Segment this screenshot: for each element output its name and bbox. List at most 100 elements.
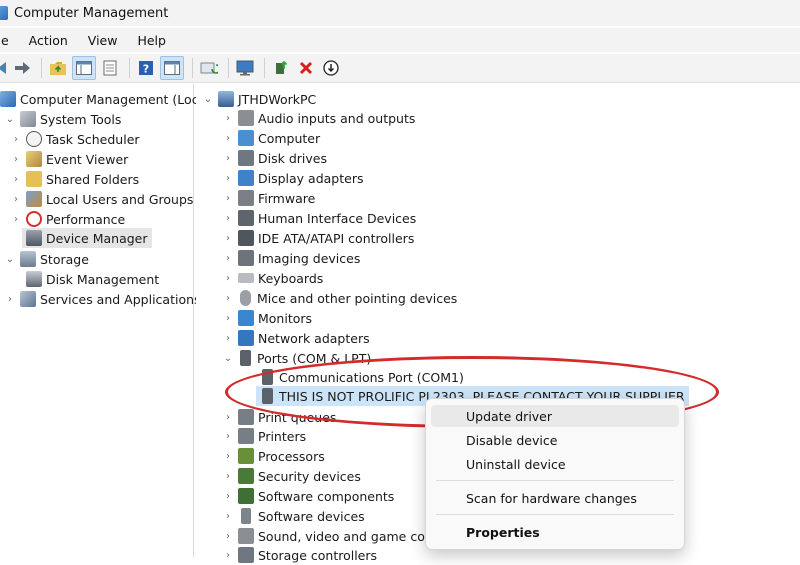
device-com1[interactable]: Communications Port (COM1) bbox=[256, 367, 464, 387]
mouse-icon bbox=[240, 290, 251, 306]
chevron-right-icon[interactable]: › bbox=[222, 471, 234, 482]
device-category-security[interactable]: › Security devices bbox=[222, 466, 361, 486]
chevron-right-icon[interactable]: › bbox=[10, 174, 22, 185]
chevron-right-icon[interactable]: › bbox=[10, 154, 22, 165]
port-connector-icon bbox=[262, 369, 273, 385]
menu-item-update-driver[interactable]: Update driver bbox=[431, 405, 679, 427]
chevron-down-icon[interactable]: ⌄ bbox=[4, 254, 16, 265]
disable-icon[interactable] bbox=[320, 57, 342, 79]
printer-icon bbox=[238, 428, 254, 444]
chevron-down-icon[interactable]: ⌄ bbox=[202, 94, 214, 105]
chevron-right-icon[interactable]: › bbox=[222, 213, 234, 224]
folder-up-icon[interactable] bbox=[47, 57, 69, 79]
chevron-right-icon[interactable]: › bbox=[222, 511, 234, 522]
device-category-audio[interactable]: › Audio inputs and outputs bbox=[222, 108, 415, 128]
tree-item-event-viewer[interactable]: › Event Viewer bbox=[10, 149, 128, 169]
device-category-monitors[interactable]: › Monitors bbox=[222, 308, 312, 328]
device-manager-icon bbox=[26, 230, 42, 246]
chevron-right-icon[interactable]: › bbox=[10, 214, 22, 225]
category-label: Imaging devices bbox=[258, 250, 361, 266]
chevron-right-icon[interactable]: › bbox=[222, 313, 234, 324]
tree-item-device-manager[interactable]: Device Manager bbox=[22, 228, 152, 248]
menu-action[interactable]: Action bbox=[19, 33, 78, 48]
refresh-icon[interactable] bbox=[198, 57, 220, 79]
device-category-firmware[interactable]: › Firmware bbox=[222, 188, 315, 208]
device-category-processors[interactable]: › Processors bbox=[222, 446, 325, 466]
menu-file[interactable]: ile bbox=[0, 33, 19, 48]
chevron-right-icon[interactable]: › bbox=[222, 491, 234, 502]
device-category-imaging[interactable]: › Imaging devices bbox=[222, 248, 360, 268]
chevron-right-icon[interactable]: › bbox=[222, 153, 234, 164]
monitor-icon[interactable] bbox=[234, 57, 256, 79]
tree-item-shared-folders[interactable]: › Shared Folders bbox=[10, 169, 139, 189]
chevron-right-icon[interactable]: › bbox=[222, 412, 234, 423]
chevron-right-icon[interactable]: › bbox=[222, 253, 234, 264]
device-category-ports[interactable]: ⌄ Ports (COM & LPT) bbox=[222, 348, 371, 368]
chevron-right-icon[interactable]: › bbox=[222, 173, 234, 184]
clock-icon bbox=[26, 131, 42, 147]
keyboard-icon bbox=[238, 273, 254, 283]
chevron-down-icon[interactable]: ⌄ bbox=[222, 353, 234, 364]
device-category-sound[interactable]: › Sound, video and game con bbox=[222, 526, 433, 546]
chevron-right-icon[interactable]: › bbox=[222, 451, 234, 462]
chevron-right-icon[interactable]: › bbox=[10, 134, 22, 145]
chevron-right-icon[interactable]: › bbox=[222, 113, 234, 124]
device-category-computer[interactable]: › Computer bbox=[222, 128, 320, 148]
chevron-right-icon[interactable]: › bbox=[222, 233, 234, 244]
menu-view[interactable]: View bbox=[78, 33, 128, 48]
category-label: Software devices bbox=[258, 508, 365, 524]
tree-item-local-users-groups[interactable]: › Local Users and Groups bbox=[10, 189, 193, 209]
device-category-printers[interactable]: › Printers bbox=[222, 426, 306, 446]
update-driver-icon[interactable] bbox=[270, 57, 292, 79]
chevron-right-icon[interactable]: › bbox=[222, 133, 234, 144]
device-category-print-queues[interactable]: › Print queues bbox=[222, 407, 336, 427]
chevron-right-icon[interactable]: › bbox=[222, 550, 234, 561]
device-category-ide[interactable]: › IDE ATA/ATAPI controllers bbox=[222, 228, 414, 248]
tree-item-services-applications[interactable]: › Services and Applications bbox=[4, 289, 201, 309]
properties-icon[interactable] bbox=[99, 57, 121, 79]
device-category-keyboards[interactable]: › Keyboards bbox=[222, 268, 323, 288]
action-pane-icon[interactable] bbox=[160, 56, 184, 80]
menu-item-disable-device[interactable]: Disable device bbox=[431, 429, 679, 451]
chevron-right-icon[interactable]: › bbox=[4, 294, 16, 305]
tree-item-task-scheduler[interactable]: › Task Scheduler bbox=[10, 129, 140, 149]
back-arrow-icon[interactable] bbox=[0, 57, 8, 79]
uninstall-icon[interactable] bbox=[295, 57, 317, 79]
menu-help[interactable]: Help bbox=[127, 33, 176, 48]
chevron-right-icon[interactable]: › bbox=[222, 193, 234, 204]
chevron-right-icon[interactable]: › bbox=[222, 333, 234, 344]
tree-item-computer-management[interactable]: Computer Management (Local) bbox=[0, 89, 215, 109]
category-label: Storage controllers bbox=[258, 547, 378, 563]
device-label: Communications Port (COM1) bbox=[279, 369, 464, 385]
device-category-software-devices[interactable]: › Software devices bbox=[222, 506, 365, 526]
device-category-hid[interactable]: › Human Interface Devices bbox=[222, 208, 416, 228]
category-label: Disk drives bbox=[258, 150, 327, 166]
chevron-right-icon[interactable]: › bbox=[10, 194, 22, 205]
menu-item-properties[interactable]: Properties bbox=[431, 521, 679, 543]
menu-item-uninstall-device[interactable]: Uninstall device bbox=[431, 453, 679, 475]
device-category-software-components[interactable]: › Software components bbox=[222, 486, 394, 506]
firmware-icon bbox=[238, 190, 254, 206]
device-category-display[interactable]: › Display adapters bbox=[222, 168, 363, 188]
menu-item-scan-hardware[interactable]: Scan for hardware changes bbox=[431, 487, 679, 509]
chevron-right-icon[interactable]: › bbox=[222, 293, 234, 304]
tree-item-performance[interactable]: › Performance bbox=[10, 209, 125, 229]
tree-item-disk-management[interactable]: Disk Management bbox=[22, 269, 159, 289]
monitor-icon bbox=[238, 310, 254, 326]
tree-item-storage[interactable]: ⌄ Storage bbox=[4, 249, 89, 269]
device-category-network[interactable]: › Network adapters bbox=[222, 328, 370, 348]
chevron-right-icon[interactable]: › bbox=[222, 431, 234, 442]
device-category-mice[interactable]: › Mice and other pointing devices bbox=[222, 288, 457, 308]
speaker-icon bbox=[238, 528, 254, 544]
forward-arrow-icon[interactable] bbox=[11, 57, 33, 79]
chevron-down-icon[interactable]: ⌄ bbox=[4, 114, 16, 125]
device-category-storage[interactable]: › Storage controllers bbox=[222, 545, 377, 565]
chevron-right-icon[interactable]: › bbox=[222, 273, 234, 284]
chevron-right-icon[interactable]: › bbox=[222, 531, 234, 542]
toolbar-separator bbox=[129, 58, 130, 78]
device-category-disk[interactable]: › Disk drives bbox=[222, 148, 327, 168]
device-tree-root[interactable]: ⌄ JTHDWorkPC bbox=[202, 89, 316, 109]
help-icon[interactable]: ? bbox=[135, 57, 157, 79]
console-tree-icon[interactable] bbox=[72, 56, 96, 80]
tree-item-system-tools[interactable]: ⌄ System Tools bbox=[4, 109, 121, 129]
